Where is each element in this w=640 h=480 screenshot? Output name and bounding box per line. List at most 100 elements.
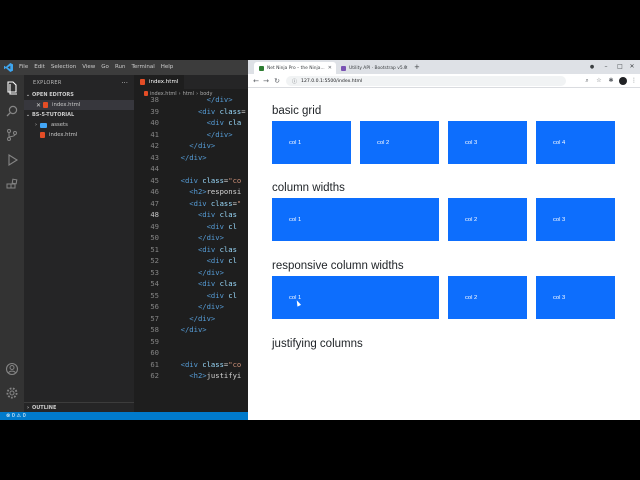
code-line[interactable]: 60 bbox=[134, 347, 248, 359]
outline-section[interactable]: › OUTLINE bbox=[24, 402, 134, 412]
code-line[interactable]: 46 <h2>responsi bbox=[134, 186, 248, 198]
code-line[interactable]: 56 </div> bbox=[134, 301, 248, 313]
grid-column: col 1 bbox=[272, 198, 439, 241]
code-line[interactable]: 49 <div cl bbox=[134, 221, 248, 233]
code-token: </div> bbox=[197, 267, 224, 277]
line-number: 48 bbox=[150, 210, 159, 219]
code-line[interactable]: 40 <div cla bbox=[134, 117, 248, 129]
menu-file[interactable]: File bbox=[16, 60, 31, 75]
editor-tab-index-html[interactable]: index.html bbox=[134, 75, 185, 89]
close-tab-icon[interactable]: ✕ bbox=[404, 65, 408, 71]
new-tab-button[interactable]: + bbox=[414, 60, 420, 74]
minimize-icon[interactable]: – bbox=[600, 60, 612, 74]
code-line[interactable]: 52 <div cl bbox=[134, 255, 248, 267]
line-number: 40 bbox=[150, 118, 159, 127]
tree-item-index-html[interactable]: index.html bbox=[24, 130, 134, 140]
code-line[interactable]: 51 <div clas bbox=[134, 244, 248, 256]
gutter-gap bbox=[159, 245, 172, 254]
more-actions-icon[interactable]: ··· bbox=[121, 79, 128, 87]
code-line[interactable]: 61 <div class="co bbox=[134, 359, 248, 371]
menu-run[interactable]: Run bbox=[112, 60, 129, 75]
gutter-gap bbox=[159, 325, 172, 334]
line-number: 60 bbox=[150, 348, 159, 357]
code-line[interactable]: 42 </div> bbox=[134, 140, 248, 152]
files-icon[interactable] bbox=[5, 80, 19, 95]
open-editors-section[interactable]: ⌄ OPEN EDITORS bbox=[24, 90, 134, 100]
tab-search-icon[interactable]: ● bbox=[586, 60, 598, 74]
gutter-gap bbox=[159, 95, 172, 104]
code-token: </div> bbox=[180, 325, 207, 334]
code-line[interactable]: 58 </div> bbox=[134, 324, 248, 336]
line-number: 42 bbox=[150, 141, 159, 150]
gutter-gap bbox=[159, 302, 172, 311]
close-tab-icon[interactable]: ✕ bbox=[328, 65, 332, 71]
menu-help[interactable]: Help bbox=[158, 60, 177, 75]
menu-view[interactable]: View bbox=[79, 60, 98, 75]
tree-item-assets[interactable]: › assets bbox=[24, 120, 134, 130]
more-menu-icon[interactable]: ⋮ bbox=[629, 75, 639, 87]
maximize-icon[interactable]: □ bbox=[614, 60, 626, 74]
code-line[interactable]: 50 </div> bbox=[134, 232, 248, 244]
menu-edit[interactable]: Edit bbox=[31, 60, 48, 75]
browser-tab-2[interactable]: Utility API · Bootstrap v5.0 ✕ bbox=[336, 62, 412, 74]
close-window-icon[interactable]: ✕ bbox=[626, 60, 638, 74]
source-control-icon[interactable] bbox=[5, 127, 19, 141]
browser-tab-1[interactable]: Net Ninja Pro – the Ninja... ✕ bbox=[254, 62, 336, 74]
info-icon[interactable]: ⓘ bbox=[292, 78, 297, 85]
code-line[interactable]: 54 <div clas bbox=[134, 278, 248, 290]
code-line[interactable]: 44 bbox=[134, 163, 248, 175]
code-line[interactable]: 53 </div> bbox=[134, 267, 248, 279]
close-icon[interactable]: ✕ bbox=[34, 102, 43, 109]
activity-bar bbox=[0, 75, 24, 412]
code-line[interactable]: 41 </div> bbox=[134, 129, 248, 141]
code-line[interactable]: 59 bbox=[134, 336, 248, 348]
zoom-icon[interactable]: ⌕ bbox=[582, 75, 592, 87]
status-bar: ⊗ 0 ⚠ 0 bbox=[0, 412, 248, 420]
line-number: 56 bbox=[150, 302, 159, 311]
tree-item-label: index.html bbox=[49, 132, 78, 138]
extensions-icon[interactable] bbox=[5, 177, 19, 191]
settings-gear-icon[interactable] bbox=[5, 385, 19, 399]
search-icon[interactable] bbox=[5, 103, 19, 117]
line-number: 54 bbox=[150, 279, 159, 288]
code-editor[interactable]: index.html index.html › html › body 38 <… bbox=[134, 75, 248, 412]
address-bar[interactable]: ⓘ 127.0.0.1:5500/index.html bbox=[286, 76, 566, 86]
menu-go[interactable]: Go bbox=[98, 60, 112, 75]
run-debug-icon[interactable] bbox=[5, 152, 19, 166]
code-line[interactable]: 45 <div class="co bbox=[134, 175, 248, 187]
desktop-screen: File Edit Selection View Go Run Terminal… bbox=[0, 60, 640, 420]
code-line[interactable]: 57 </div> bbox=[134, 313, 248, 325]
code-line[interactable]: 38 </div> bbox=[134, 94, 248, 106]
code-line[interactable]: 62 <h2>justifyi bbox=[134, 370, 248, 382]
code-line[interactable]: 43 </div> bbox=[134, 152, 248, 164]
account-icon[interactable] bbox=[5, 361, 19, 376]
menu-selection[interactable]: Selection bbox=[48, 60, 79, 75]
line-number: 50 bbox=[150, 233, 159, 242]
forward-arrow-icon[interactable]: → bbox=[261, 75, 271, 87]
problems-indicator[interactable]: ⊗ 0 ⚠ 0 bbox=[6, 413, 26, 419]
line-number: 38 bbox=[150, 95, 159, 104]
extension-icon[interactable]: ✱ bbox=[606, 75, 616, 87]
html-file-icon bbox=[40, 132, 45, 138]
code-line[interactable]: 55 <div cl bbox=[134, 290, 248, 302]
menu-terminal[interactable]: Terminal bbox=[128, 60, 157, 75]
gutter-gap bbox=[159, 176, 172, 185]
grid-column: col 3 bbox=[536, 198, 615, 241]
code-token: <div bbox=[180, 175, 198, 185]
open-editors-label: OPEN EDITORS bbox=[32, 92, 74, 98]
explorer-sidebar: EXPLORER ··· ⌄ OPEN EDITORS ✕ index.html… bbox=[24, 75, 134, 412]
profile-avatar[interactable] bbox=[619, 77, 627, 85]
code-line[interactable]: 48 <div clas bbox=[134, 209, 248, 221]
code-token: cl bbox=[223, 290, 237, 300]
open-editor-item[interactable]: ✕ index.html bbox=[24, 100, 134, 110]
reload-icon[interactable]: ↻ bbox=[272, 75, 282, 87]
code-line[interactable]: 39 <div class= bbox=[134, 106, 248, 118]
workspace-section[interactable]: ⌄ BS-5-TUTORIAL bbox=[24, 110, 134, 120]
back-arrow-icon[interactable]: ← bbox=[251, 75, 261, 87]
bookmark-star-icon[interactable]: ☆ bbox=[594, 75, 604, 87]
code-line[interactable]: 47 <div class=" bbox=[134, 198, 248, 210]
